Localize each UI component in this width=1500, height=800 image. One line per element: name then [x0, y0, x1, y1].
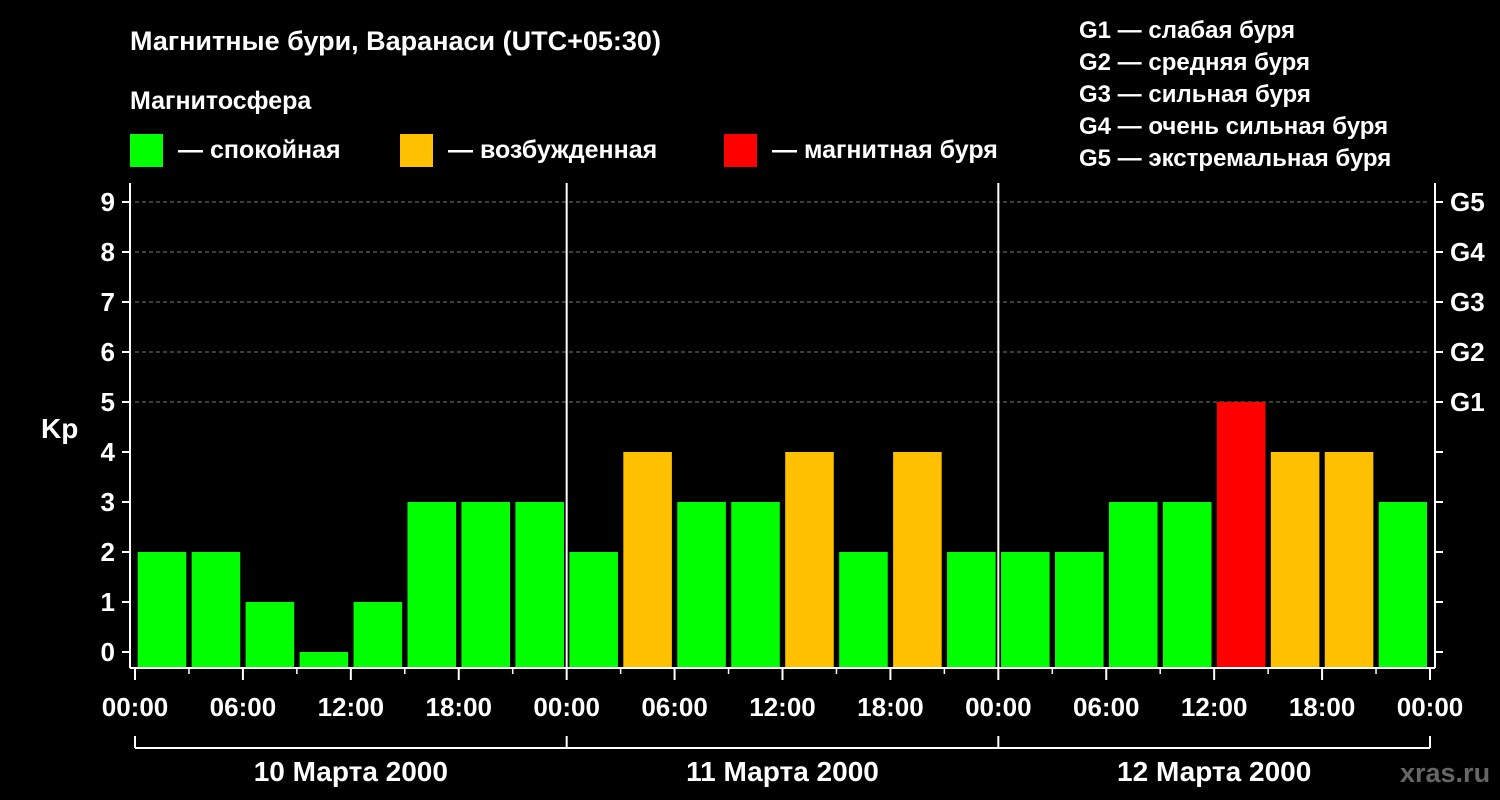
x-tick-label: 06:00	[210, 692, 277, 722]
kp-bar	[1216, 402, 1266, 668]
legend-swatch-active	[400, 134, 433, 167]
x-tick-label: 18:00	[857, 692, 924, 722]
x-tick-label: 00:00	[533, 692, 600, 722]
kp-bar	[515, 502, 564, 668]
legend-label-quiet: — спокойная	[178, 136, 341, 164]
g-scale-g4: G4 — очень сильная буря	[1079, 113, 1388, 140]
kp-bar	[893, 452, 942, 668]
g-level-label: G4	[1450, 237, 1485, 267]
y-tick-label: 4	[101, 437, 116, 467]
x-tick-label: 06:00	[1073, 692, 1140, 722]
g-scale-g5: G5 — экстремальная буря	[1079, 145, 1391, 172]
day-label: 11 Марта 2000	[686, 756, 879, 787]
kp-bar	[1270, 452, 1320, 668]
kp-bar	[947, 552, 996, 668]
x-tick-label: 00:00	[1397, 692, 1464, 722]
y-tick-label: 6	[101, 337, 115, 367]
watermark: xras.ru	[1400, 758, 1490, 788]
x-tick-label: 12:00	[749, 692, 816, 722]
g-level-label: G1	[1450, 387, 1485, 417]
y-tick-label: 9	[101, 187, 115, 217]
x-tick-label: 12:00	[318, 692, 385, 722]
x-tick-label: 06:00	[641, 692, 708, 722]
y-tick-label: 2	[101, 537, 115, 567]
kp-bar	[1378, 502, 1427, 668]
kp-bar	[731, 502, 780, 668]
kp-chart: Магнитные бури, Варанаси (UTC+05:30) Маг…	[41, 17, 1490, 788]
kp-bar	[137, 552, 187, 668]
y-tick-label: 7	[101, 287, 115, 317]
kp-bar	[407, 502, 457, 668]
y-tick-label: 0	[101, 637, 115, 667]
x-tick-label: 00:00	[965, 692, 1032, 722]
y-tick-label: 1	[101, 587, 115, 617]
kp-bar	[1108, 502, 1158, 668]
kp-bar	[839, 552, 888, 668]
kp-bar	[623, 452, 672, 668]
g-level-label: G3	[1450, 287, 1485, 317]
y-axis-label: Kp	[41, 413, 78, 444]
kp-bar	[1001, 552, 1050, 668]
kp-bar	[1054, 552, 1104, 668]
g-scale-g2: G2 — средняя буря	[1079, 49, 1310, 76]
kp-bar	[245, 602, 295, 668]
kp-bar	[299, 652, 349, 668]
y-tick-label: 3	[101, 487, 115, 517]
kp-bar	[191, 552, 241, 668]
legend-swatch-quiet	[130, 134, 163, 167]
legend-label-storm: — магнитная буря	[772, 136, 998, 164]
g-scale-g3: G3 — сильная буря	[1079, 81, 1311, 108]
day-label: 12 Марта 2000	[1117, 756, 1311, 787]
kp-bar	[353, 602, 403, 668]
legend-label-active: — возбужденная	[448, 136, 657, 164]
x-tick-label: 18:00	[1289, 692, 1356, 722]
chart-title: Магнитные бури, Варанаси (UTC+05:30)	[130, 26, 661, 56]
y-tick-label: 5	[101, 387, 115, 417]
x-tick-label: 18:00	[426, 692, 493, 722]
legend-heading: Магнитосфера	[130, 87, 312, 115]
g-level-label: G2	[1450, 337, 1485, 367]
x-tick-label: 00:00	[102, 692, 169, 722]
legend-swatch-storm	[724, 134, 757, 167]
kp-bar	[461, 502, 511, 668]
g-scale-g1: G1 — слабая буря	[1079, 17, 1295, 44]
x-tick-label: 12:00	[1181, 692, 1248, 722]
day-label: 10 Марта 2000	[254, 756, 448, 787]
kp-bar	[569, 552, 618, 668]
g-level-label: G5	[1450, 187, 1485, 217]
kp-bar	[1324, 452, 1374, 668]
kp-bar	[677, 502, 726, 668]
y-tick-label: 8	[101, 237, 115, 267]
kp-bar	[1162, 502, 1212, 668]
kp-bar	[785, 452, 834, 668]
